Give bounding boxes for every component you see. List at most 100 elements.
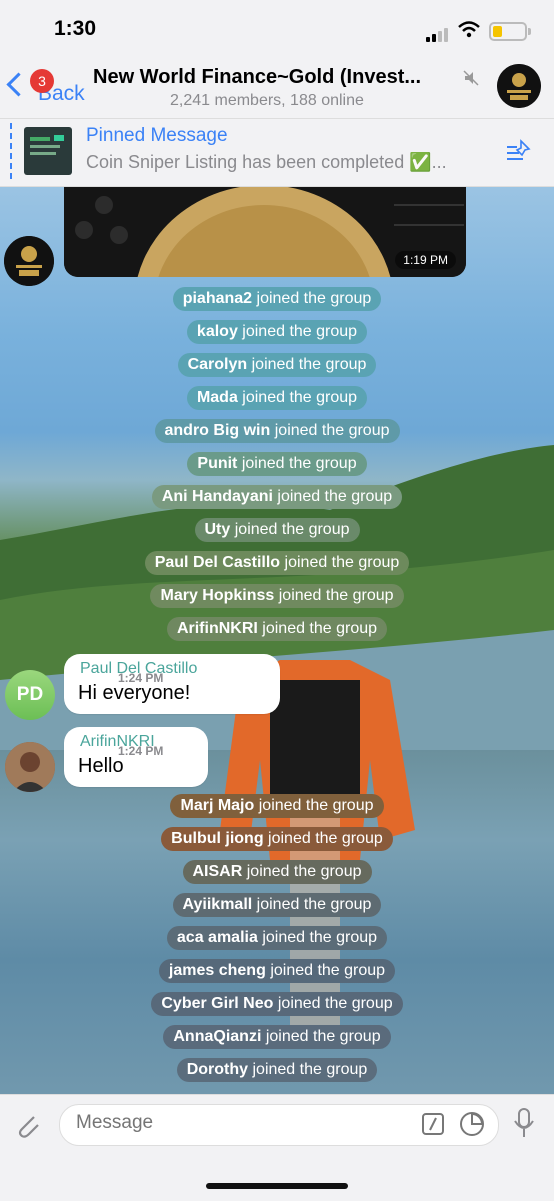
avatar[interactable]: PD <box>5 670 55 720</box>
battery-icon <box>489 22 531 41</box>
join-notice: james cheng joined the group <box>158 959 396 983</box>
service-message: AISAR joined the group <box>0 860 554 884</box>
unread-badge: 3 <box>30 69 54 93</box>
message-input[interactable] <box>74 1111 398 1135</box>
service-message: andro Big win joined the group <box>0 419 554 443</box>
joined-user-name[interactable]: Dorothy <box>187 1061 248 1078</box>
group-avatar[interactable] <box>497 64 541 108</box>
joined-text: joined the group <box>284 554 400 571</box>
service-message: Bulbul jiong joined the group <box>0 827 554 851</box>
chevron-left-icon <box>6 72 31 97</box>
join-notice: Uty joined the group <box>194 518 360 542</box>
service-message: kaloy joined the group <box>0 320 554 344</box>
pinned-thumbnail <box>24 127 72 175</box>
join-notice: aca amalia joined the group <box>166 926 388 950</box>
joined-text: joined the group <box>262 929 378 946</box>
wifi-icon <box>458 21 480 38</box>
microphone-icon[interactable] <box>512 1107 536 1141</box>
joined-text: joined the group <box>256 896 372 913</box>
join-notice: Dorothy joined the group <box>176 1058 378 1082</box>
commands-icon[interactable] <box>422 1113 444 1135</box>
joined-text: joined the group <box>242 389 358 406</box>
message-time: 1:19 PM <box>395 251 456 269</box>
joined-text: joined the group <box>265 1028 381 1045</box>
pinned-message-bar[interactable]: Pinned Message Coin Sniper Listing has b… <box>0 118 554 187</box>
joined-user-name[interactable]: james cheng <box>169 962 266 979</box>
joined-user-name[interactable]: AISAR <box>193 863 243 880</box>
joined-user-name[interactable]: Carolyn <box>188 356 248 373</box>
join-notice: Punit joined the group <box>187 452 367 476</box>
message-time: 1:24 PM <box>118 744 164 758</box>
message-input-bar <box>0 1094 554 1201</box>
sticker-icon[interactable] <box>460 1112 484 1136</box>
service-message: Carolyn joined the group <box>0 353 554 377</box>
joined-text: joined the group <box>252 1061 368 1078</box>
joined-text: joined the group <box>278 587 394 604</box>
media-message[interactable]: 1:19 PM <box>64 185 466 277</box>
pin-list-icon[interactable] <box>505 139 533 163</box>
joined-user-name[interactable]: kaloy <box>197 323 238 340</box>
service-message: AnnaQianzi joined the group <box>0 1025 554 1049</box>
service-message: Marj Majo joined the group <box>0 794 554 818</box>
service-message: james cheng joined the group <box>0 959 554 983</box>
service-message: Paul Del Castillo joined the group <box>0 551 554 575</box>
joined-text: joined the group <box>268 830 383 847</box>
join-notice: Ayiikmall joined the group <box>172 893 382 917</box>
joined-text: joined the group <box>256 290 372 307</box>
message-bubble[interactable]: ArifinNKRI Hello 1:24 PM <box>64 727 208 787</box>
joined-user-name[interactable]: andro Big win <box>165 422 271 439</box>
service-message: piahana2 joined the group <box>0 287 554 311</box>
service-message: Ani Handayani joined the group <box>0 485 554 509</box>
avatar[interactable] <box>5 742 55 792</box>
status-bar: 1:30 <box>0 0 554 58</box>
joined-user-name[interactable]: piahana2 <box>183 290 252 307</box>
service-message: Mada joined the group <box>0 386 554 410</box>
joined-user-name[interactable]: Punit <box>197 455 237 472</box>
join-notice: Cyber Girl Neo joined the group <box>151 992 403 1016</box>
joined-user-name[interactable]: Bulbul jiong <box>171 830 263 847</box>
join-notice: Ani Handayani joined the group <box>151 485 403 509</box>
joined-text: joined the group <box>270 962 386 979</box>
service-message: Mary Hopkinss joined the group <box>0 584 554 608</box>
joined-user-name[interactable]: AnnaQianzi <box>173 1028 261 1045</box>
joined-user-name[interactable]: Ani Handayani <box>162 488 273 505</box>
joined-user-name[interactable]: Paul Del Castillo <box>155 554 280 571</box>
join-notice: kaloy joined the group <box>186 320 368 344</box>
joined-user-name[interactable]: Mary Hopkinss <box>160 587 274 604</box>
service-message: Cyber Girl Neo joined the group <box>0 992 554 1016</box>
joined-text: joined the group <box>251 356 367 373</box>
message-bubble[interactable]: Paul Del Castillo Hi everyone! 1:24 PM <box>64 654 280 714</box>
joined-text: joined the group <box>262 620 378 637</box>
join-notice: Marj Majo joined the group <box>170 794 384 818</box>
muted-icon <box>463 70 479 86</box>
message-time: 1:24 PM <box>118 671 164 685</box>
joined-user-name[interactable]: Cyber Girl Neo <box>161 995 273 1012</box>
chat-title[interactable]: New World Finance~Gold (Invest... <box>93 66 463 89</box>
joined-user-name[interactable]: Ayiikmall <box>183 896 253 913</box>
joined-user-name[interactable]: Marj Majo <box>180 797 254 814</box>
chat-header: Back 3 New World Finance~Gold (Invest...… <box>0 58 554 118</box>
home-indicator <box>206 1183 348 1189</box>
join-notice: andro Big win joined the group <box>154 419 400 443</box>
joined-text: joined the group <box>258 797 374 814</box>
message-text: Hello <box>78 755 124 777</box>
joined-text: joined the group <box>277 995 393 1012</box>
service-message: Uty joined the group <box>0 518 554 542</box>
join-notice: AnnaQianzi joined the group <box>163 1025 391 1049</box>
message-field[interactable] <box>59 1104 499 1146</box>
joined-user-name[interactable]: aca amalia <box>177 929 258 946</box>
service-message: Punit joined the group <box>0 452 554 476</box>
attach-icon[interactable] <box>12 1109 42 1139</box>
service-message: aca amalia joined the group <box>0 926 554 950</box>
sender-avatar[interactable] <box>4 236 54 286</box>
joined-text: joined the group <box>246 863 362 880</box>
joined-user-name[interactable]: ArifinNKRI <box>177 620 258 637</box>
joined-user-name[interactable]: Mada <box>197 389 238 406</box>
join-notice: piahana2 joined the group <box>172 287 382 311</box>
joined-user-name[interactable]: Uty <box>205 521 231 538</box>
pinned-text: Coin Sniper Listing has been completed ✅… <box>86 152 447 172</box>
service-message: Dorothy joined the group <box>0 1058 554 1082</box>
pinned-indicator <box>10 123 12 179</box>
joined-text: joined the group <box>274 422 390 439</box>
cellular-signal-icon <box>426 24 450 42</box>
